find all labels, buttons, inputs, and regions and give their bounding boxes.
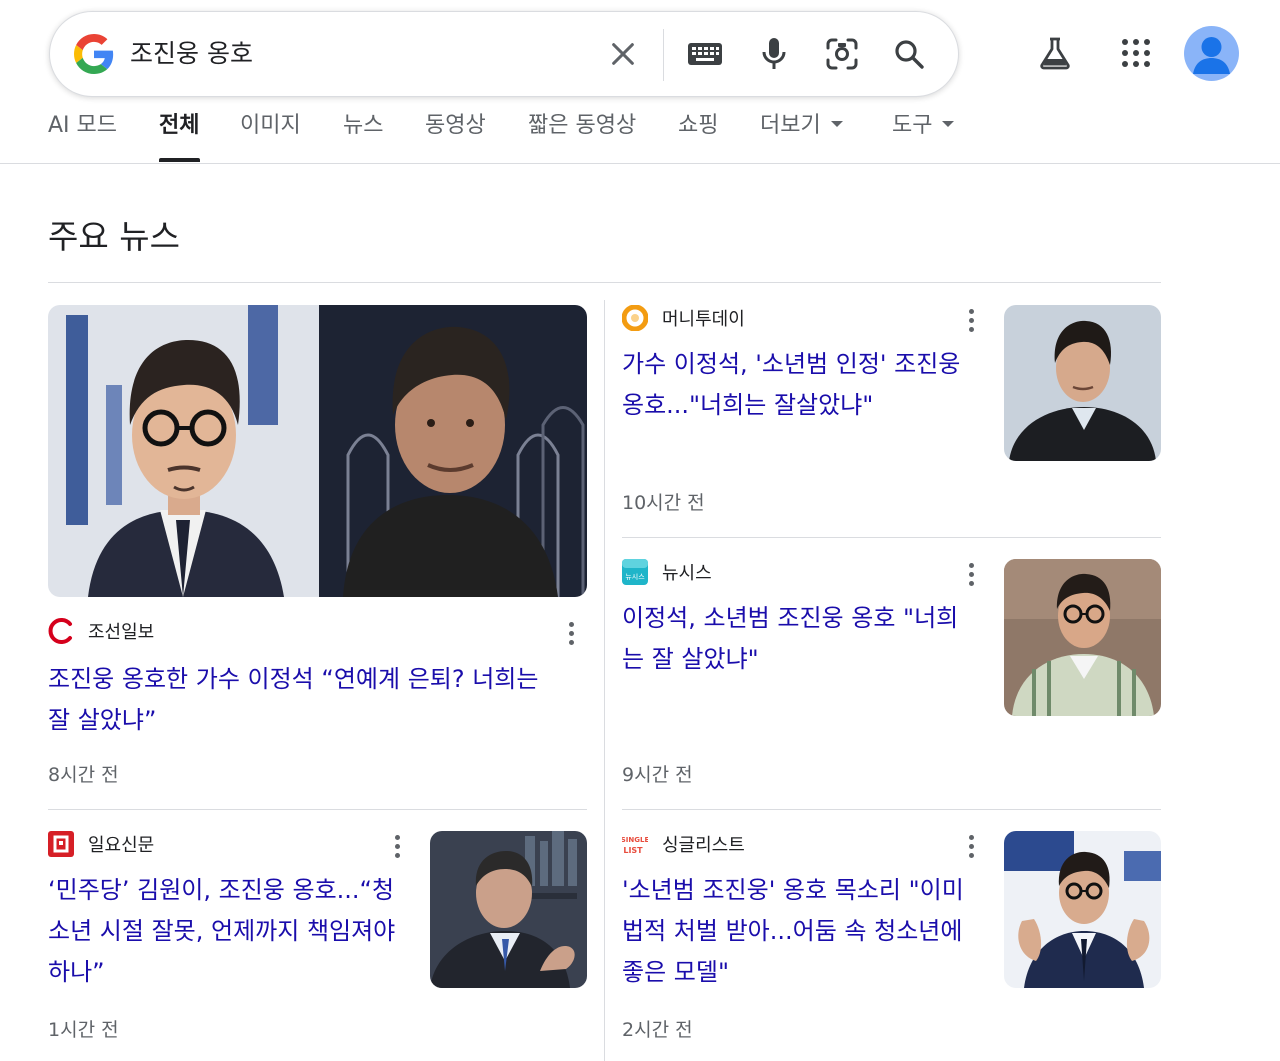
chevron-down-icon: [942, 121, 955, 127]
tab-tools-label: 도구: [892, 113, 933, 138]
newsis-logo-text: 뉴시스: [625, 573, 645, 581]
article-headline-line: ‘민주당’ 김원이, 조진웅 옹호...“청: [48, 876, 395, 904]
google-logo-icon: [74, 34, 114, 74]
active-tab-indicator: [159, 158, 200, 162]
article-time: 2시간 전: [622, 1019, 693, 1041]
article-source[interactable]: 뉴시스 뉴시스: [622, 557, 712, 587]
account-avatar-icon[interactable]: [1184, 26, 1239, 81]
article-headline-line: 소년 시절 잘못, 언제까지 책임져야: [48, 917, 396, 945]
more-options-icon[interactable]: [961, 559, 981, 589]
article-headline[interactable]: 이정석, 소년범 조진웅 옹호 "너희 는 잘 살았냐": [622, 598, 982, 680]
article-headline-line: 법적 처벌 받아...어둠 속 청소년에: [622, 917, 963, 945]
article-headline-line: 좋은 모델": [622, 958, 729, 986]
singlelist-logo-icon: SINGLE LIST: [622, 831, 648, 857]
article-source-name: 뉴시스: [662, 563, 712, 584]
chevron-down-icon: [830, 121, 843, 127]
lens-camera-icon[interactable]: [820, 32, 864, 76]
article-source-name: 싱글리스트: [662, 835, 745, 856]
moneytoday-logo-icon: [622, 305, 648, 331]
article-source-name: 일요신문: [88, 835, 155, 856]
ilyo-logo-icon: [48, 831, 74, 857]
labs-flask-icon[interactable]: [1030, 28, 1080, 78]
singlelist-logo-text: LIST: [623, 846, 643, 855]
tab-all[interactable]: 전체: [159, 110, 199, 142]
article-headline[interactable]: 가수 이정석, '소년범 인정' 조진웅 옹호..."너희는 잘살았냐": [622, 344, 982, 426]
microphone-icon[interactable]: [752, 32, 796, 76]
more-options-icon[interactable]: [961, 831, 981, 861]
tab-news[interactable]: 뉴스: [343, 110, 383, 142]
search-input[interactable]: 조진웅 옹호: [130, 34, 253, 74]
keyboard-icon[interactable]: [683, 32, 727, 76]
tab-images[interactable]: 이미지: [240, 110, 301, 142]
article-headline-line: 이정석, 소년범 조진웅 옹호 "너희: [622, 604, 959, 632]
newsis-logo-icon: 뉴시스: [622, 559, 648, 585]
article-time: 10시간 전: [622, 492, 705, 514]
article-divider: [622, 537, 1161, 538]
more-options-icon[interactable]: [387, 831, 407, 861]
tab-shopping[interactable]: 쇼핑: [678, 110, 718, 142]
article-divider: [48, 809, 587, 810]
search-box[interactable]: 조진웅 옹호: [49, 11, 959, 97]
article-headline[interactable]: ‘민주당’ 김원이, 조진웅 옹호...“청 소년 시절 잘못, 언제까지 책임…: [48, 870, 418, 993]
article-thumbnail[interactable]: [430, 831, 587, 988]
tab-ai-mode[interactable]: AI 모드: [48, 110, 117, 142]
section-divider: [48, 282, 1161, 283]
article-thumbnail[interactable]: [1004, 305, 1161, 461]
tab-more[interactable]: 더보기: [760, 110, 843, 142]
apps-grid-icon[interactable]: [1111, 28, 1161, 78]
article-headline-line: 조진웅 옹호한 가수 이정석 “연예계 은퇴? 너희는: [48, 665, 539, 693]
article-source[interactable]: 일요신문: [48, 829, 154, 859]
tab-short-videos[interactable]: 짧은 동영상: [528, 110, 636, 142]
article-headline-line: 옹호..."너희는 잘살았냐": [622, 391, 874, 419]
tab-more-label: 더보기: [760, 113, 821, 138]
article-time: 8시간 전: [48, 764, 119, 786]
article-divider: [622, 809, 1161, 810]
article-headline-line: 가수 이정석, '소년범 인정' 조진웅: [622, 350, 961, 378]
search-divider: [663, 29, 664, 81]
article-headline[interactable]: '소년범 조진웅' 옹호 목소리 "이미 법적 처벌 받아...어둠 속 청소년…: [622, 870, 992, 993]
clear-search-icon[interactable]: [601, 32, 645, 76]
article-thumbnail[interactable]: [1004, 559, 1161, 716]
tab-tools[interactable]: 도구: [892, 110, 955, 142]
article-time: 1시간 전: [48, 1019, 119, 1041]
article-thumbnail[interactable]: [48, 305, 587, 597]
article-headline-line: '소년범 조진웅' 옹호 목소리 "이미: [622, 876, 964, 904]
column-divider: [604, 300, 605, 1061]
article-headline-line: 는 잘 살았냐": [622, 645, 759, 673]
article-source[interactable]: 조선일보: [48, 616, 154, 646]
tab-videos[interactable]: 동영상: [425, 110, 486, 142]
article-thumbnail[interactable]: [1004, 831, 1161, 988]
more-options-icon[interactable]: [961, 305, 981, 335]
article-source[interactable]: 머니투데이: [622, 303, 745, 333]
article-source-name: 조선일보: [88, 622, 155, 643]
article-headline[interactable]: 조진웅 옹호한 가수 이정석 “연예계 은퇴? 너희는 잘 살았냐”: [48, 659, 578, 741]
search-icon[interactable]: [887, 32, 931, 76]
article-source[interactable]: SINGLE LIST 싱글리스트: [622, 829, 745, 859]
more-options-icon[interactable]: [561, 618, 581, 648]
article-source-name: 머니투데이: [662, 309, 745, 330]
article-time: 9시간 전: [622, 764, 693, 786]
section-title: 주요 뉴스: [48, 217, 180, 256]
chosun-logo-icon: [48, 618, 74, 644]
singlelist-logo-text: SINGLE: [622, 836, 648, 844]
search-tabs: AI 모드 전체 이미지 뉴스 동영상 짧은 동영상 쇼핑 더보기 도구: [0, 104, 1280, 164]
article-headline-line: 하나”: [48, 958, 105, 986]
article-headline-line: 잘 살았냐”: [48, 706, 157, 734]
